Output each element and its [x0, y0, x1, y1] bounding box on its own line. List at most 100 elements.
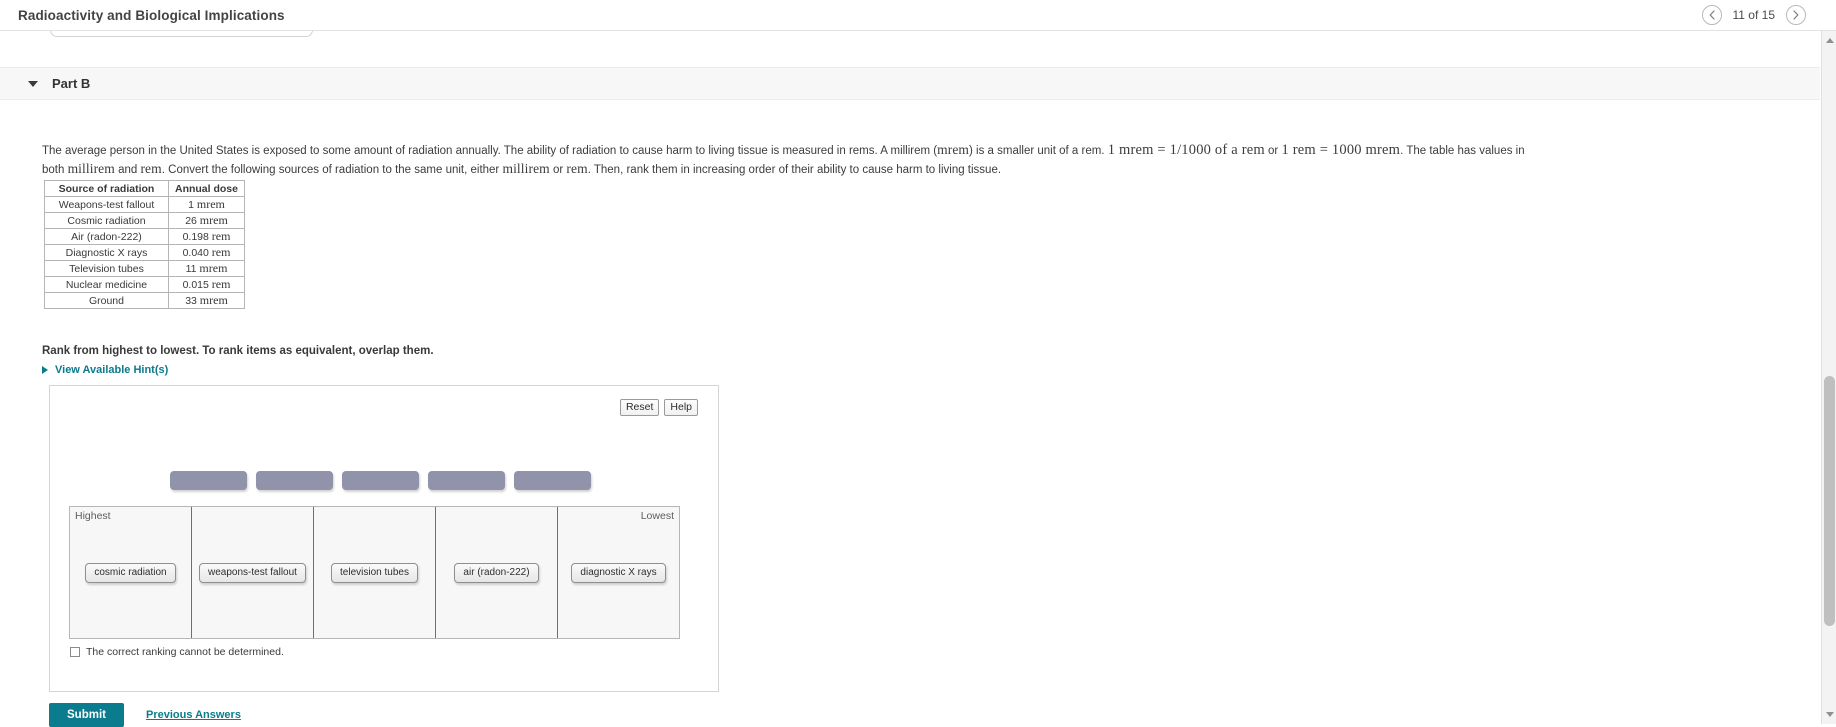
dose-amount: 11	[185, 263, 200, 275]
dose-amount: 33	[185, 295, 200, 307]
dose-unit: mrem	[199, 213, 228, 227]
page-title: Radioactivity and Biological Implication…	[18, 7, 285, 23]
dose-unit: rem	[211, 229, 231, 243]
cell-source: Television tubes	[44, 260, 169, 277]
vertical-scrollbar[interactable]	[1821, 31, 1836, 724]
part-title: Part B	[52, 76, 91, 91]
dose-unit: mrem	[196, 197, 225, 211]
scroll-down-button[interactable]	[1822, 707, 1836, 722]
help-button[interactable]: Help	[664, 399, 698, 416]
cell-dose: 0.198 rem	[167, 228, 246, 245]
question-segment-4: or	[1264, 145, 1282, 157]
next-page-button[interactable]	[1786, 5, 1806, 25]
question-text: The average person in the United States …	[42, 141, 1526, 179]
rank-bin-1[interactable]: Highest cosmic radiation	[70, 507, 192, 638]
cell-dose: 26 mrem	[167, 212, 246, 229]
question-segment-9: rem	[140, 161, 162, 176]
question-page: Part B The average person in the United …	[0, 15, 1836, 727]
dose-amount: 26	[185, 215, 200, 227]
submit-button[interactable]: Submit	[49, 703, 124, 727]
caret-down-icon[interactable]	[28, 80, 38, 87]
rank-bin-5[interactable]: Lowest diagnostic X rays	[558, 507, 679, 638]
dose-amount: 1	[188, 199, 197, 211]
cell-source: Ground	[44, 292, 169, 309]
table-row: Ground 33 mrem	[44, 292, 246, 309]
cannot-determine-row[interactable]: The correct ranking cannot be determined…	[70, 646, 284, 658]
reset-button[interactable]: Reset	[619, 399, 660, 416]
cell-source: Cosmic radiation	[44, 212, 169, 229]
cell-dose: 1 mrem	[167, 196, 246, 213]
scroll-up-button[interactable]	[1822, 33, 1836, 48]
cell-source: Air (radon-222)	[44, 228, 169, 245]
question-segment-3: 1 mrem = 1/1000 of a rem	[1107, 142, 1265, 158]
ranked-item[interactable]: air (radon-222)	[454, 562, 539, 583]
question-segment-1: mrem	[937, 142, 970, 157]
ranked-item[interactable]: television tubes	[331, 562, 418, 583]
view-hints-label: View Available Hint(s)	[55, 364, 169, 376]
question-segment-12: or	[549, 164, 567, 176]
submit-row: Submit Previous Answers	[49, 703, 241, 727]
bank-slot[interactable]	[170, 471, 247, 490]
cannot-determine-checkbox[interactable]	[70, 647, 80, 657]
question-segment-0: The average person in the United States …	[42, 145, 938, 157]
dose-amount: 0.015	[182, 279, 212, 291]
bank-slot[interactable]	[514, 471, 591, 490]
pagination: 11 of 15	[1701, 5, 1824, 25]
item-bank	[170, 471, 591, 490]
table-body: Weapons-test fallout 1 mrem Cosmic radiati…	[44, 196, 246, 309]
table-row: Air (radon-222) 0.198 rem	[44, 228, 246, 245]
app-header: Radioactivity and Biological Implication…	[0, 0, 1836, 31]
bank-slot[interactable]	[342, 471, 419, 490]
rank-bin-4[interactable]: air (radon-222)	[436, 507, 558, 638]
bank-slot[interactable]	[428, 471, 505, 490]
cell-source: Diagnostic X rays	[44, 244, 169, 261]
ranking-instructions: Rank from highest to lowest. To rank ite…	[42, 345, 434, 357]
question-segment-7: millirem	[67, 161, 115, 176]
triangle-down-icon	[1825, 712, 1834, 717]
page-indicator: 11 of 15	[1732, 8, 1775, 22]
radiation-dose-table: Source of radiation Annual dose Weapons-…	[44, 180, 246, 309]
column-header-dose: Annual dose	[167, 180, 246, 197]
cell-dose: 0.015 rem	[167, 276, 246, 293]
part-b-header[interactable]: Part B	[0, 67, 1820, 100]
rank-bin-2[interactable]: weapons-test fallout	[192, 507, 314, 638]
question-segment-11: millirem	[502, 161, 550, 176]
bank-slot[interactable]	[256, 471, 333, 490]
column-header-source: Source of radiation	[44, 180, 169, 197]
view-hints-toggle[interactable]: View Available Hint(s)	[42, 364, 168, 376]
chevron-left-icon	[1708, 10, 1716, 20]
rank-bin-3[interactable]: television tubes	[314, 507, 436, 638]
scrollbar-thumb[interactable]	[1824, 376, 1835, 626]
caret-right-icon	[42, 366, 48, 374]
ranking-bins: Highest cosmic radiation weapons-test fall…	[69, 506, 680, 639]
ranked-item[interactable]: weapons-test fallout	[199, 562, 306, 583]
question-segment-14: . Then, rank them in increasing order of…	[587, 164, 1002, 176]
question-segment-13: rem	[566, 161, 588, 176]
lowest-label: Lowest	[640, 510, 674, 522]
dose-unit: mrem	[199, 261, 228, 275]
table-row: Cosmic radiation 26 mrem	[44, 212, 246, 229]
ranked-item[interactable]: cosmic radiation	[85, 562, 176, 583]
question-segment-5: 1 rem = 1000 mrem	[1281, 142, 1401, 158]
cell-source: Weapons-test fallout	[44, 196, 169, 213]
dose-amount: 0.040	[182, 247, 212, 259]
prev-page-button[interactable]	[1701, 5, 1722, 25]
table-row: Nuclear medicine 0.015 rem	[44, 276, 246, 293]
previous-answers-link[interactable]: Previous Answers	[146, 709, 241, 721]
cell-dose: 0.040 rem	[167, 244, 246, 261]
panel-toolbar: Reset Help	[619, 399, 698, 416]
table-header-row: Source of radiation Annual dose	[44, 180, 246, 197]
table-row: Television tubes 11 mrem	[44, 260, 246, 277]
question-segment-8: and	[114, 164, 141, 176]
dose-amount: 0.198	[182, 231, 212, 243]
cell-source: Nuclear medicine	[44, 276, 169, 293]
ranked-item[interactable]: diagnostic X rays	[571, 562, 666, 583]
question-segment-10: . Convert the following sources of radia…	[161, 164, 503, 176]
dose-unit: mrem	[199, 293, 228, 307]
triangle-up-icon	[1825, 38, 1834, 43]
ranking-panel: Reset Help Highest cosmic radiation weapon…	[49, 385, 719, 692]
question-segment-2: ) is a smaller unit of a rem.	[969, 145, 1108, 157]
dose-unit: rem	[211, 277, 231, 291]
cell-dose: 33 mrem	[167, 292, 246, 309]
cannot-determine-label: The correct ranking cannot be determined…	[86, 646, 284, 658]
